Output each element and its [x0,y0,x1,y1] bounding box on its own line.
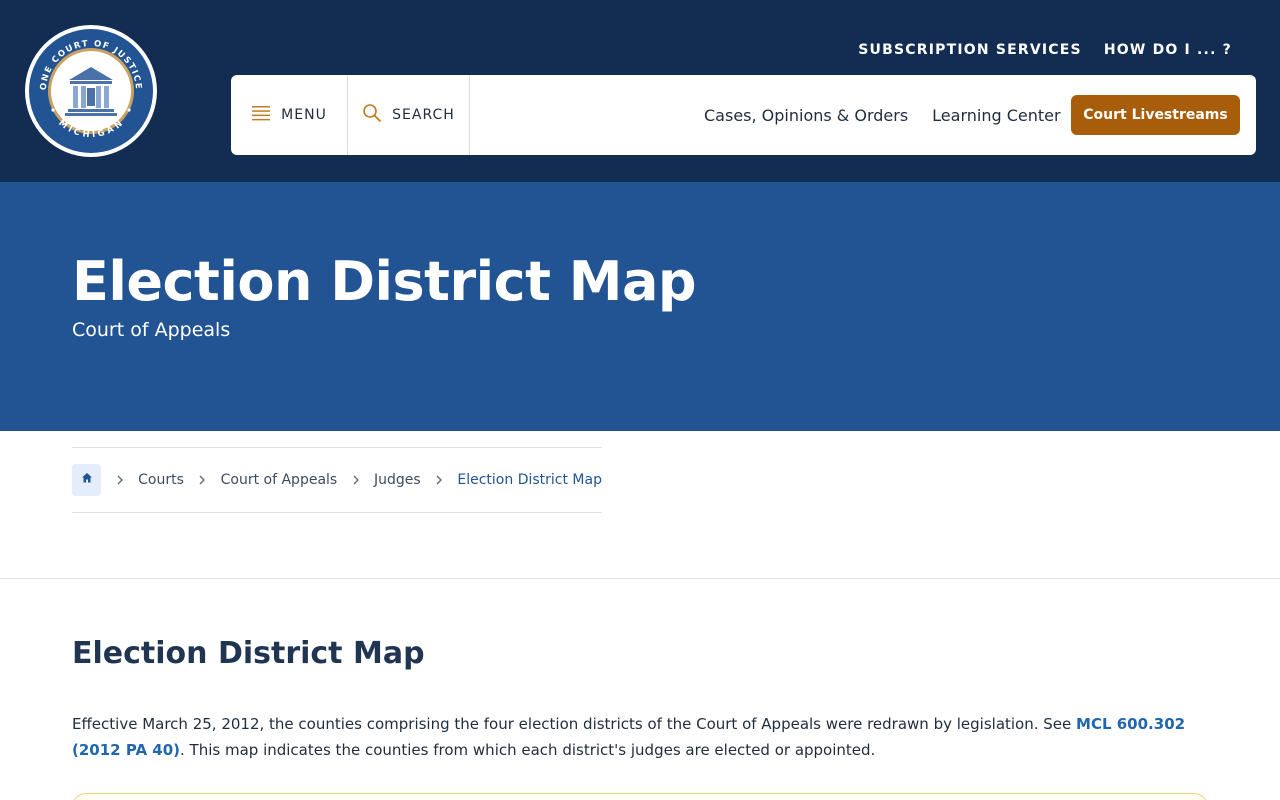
subscription-services-link[interactable]: SUBSCRIPTION SERVICES [858,42,1082,58]
menu-button[interactable]: MENU [231,75,348,155]
chevron-right-icon [184,474,221,486]
content-heading: Election District Map [72,636,425,671]
intro-text-start: Effective March 25, 2012, the counties c… [72,715,1077,733]
breadcrumb: Courts Court of Appeals Judges Election … [72,447,602,513]
search-icon [362,103,382,128]
search-button[interactable]: SEARCH [348,75,470,155]
site-header: ONE COURT OF JUSTICE MICHIGAN SUBSCRIPTI… [0,0,1280,182]
breadcrumb-judges[interactable]: Judges [374,472,421,488]
breadcrumb-home-button[interactable] [72,464,102,496]
intro-paragraph: Effective March 25, 2012, the counties c… [72,711,1202,763]
notice-box [72,793,1208,800]
search-label: SEARCH [392,107,455,123]
section-divider [0,578,1280,579]
hamburger-icon [251,105,271,126]
primary-nav-links: Cases, Opinions & Orders Learning Center [704,75,1061,155]
home-icon [81,471,93,489]
main-navbar: MENU SEARCH Cases, Opinions & Orders Lea… [231,75,1256,155]
chevron-right-icon [421,474,458,486]
breadcrumb-current-page[interactable]: Election District Map [457,472,602,488]
how-do-i-link[interactable]: HOW DO I ... ? [1104,42,1232,58]
chevron-right-icon [337,474,374,486]
page-hero: Election District Map Court of Appeals [0,182,1280,431]
intro-text-end: . This map indicates the counties from w… [180,741,876,759]
learning-center-link[interactable]: Learning Center [932,106,1060,125]
breadcrumb-court-of-appeals[interactable]: Court of Appeals [221,472,338,488]
breadcrumb-courts[interactable]: Courts [138,472,184,488]
michigan-courts-seal-logo[interactable]: ONE COURT OF JUSTICE MICHIGAN [24,24,158,158]
page-subtitle: Court of Appeals [72,319,231,341]
cases-opinions-orders-link[interactable]: Cases, Opinions & Orders [704,106,908,125]
chevron-right-icon [101,474,138,486]
utility-nav: SUBSCRIPTION SERVICES HOW DO I ... ? [858,42,1232,58]
page-title: Election District Map [72,250,697,313]
court-livestreams-button[interactable]: Court Livestreams [1071,95,1240,135]
menu-label: MENU [281,107,327,123]
